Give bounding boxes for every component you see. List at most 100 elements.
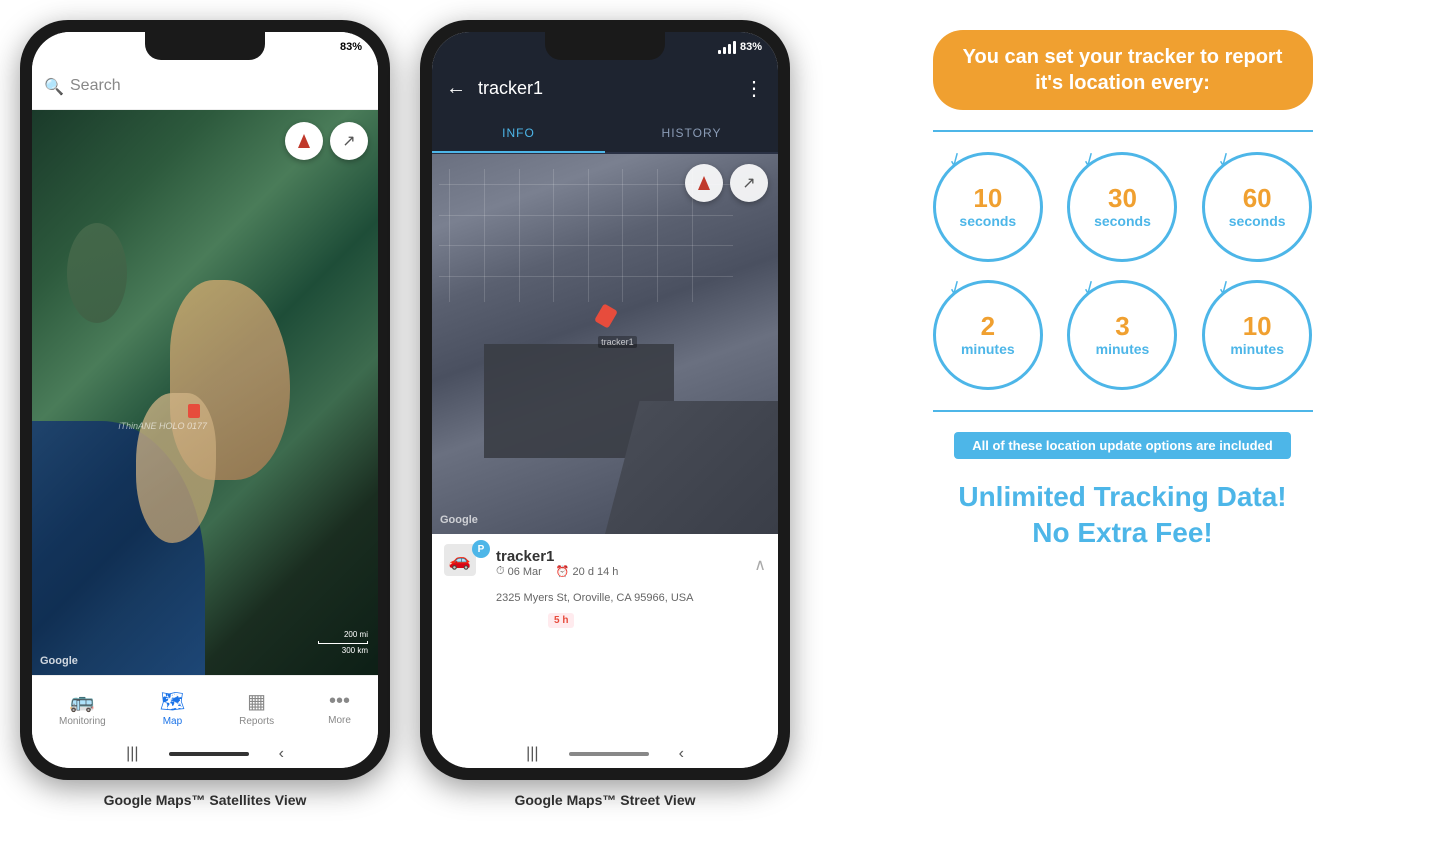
phone2-gesture-bar: ||| ‹ bbox=[526, 745, 684, 763]
phone1-map-area[interactable]: ↗ iThinANE HOLO 0177 Google 200 mi 300 k… bbox=[32, 110, 378, 675]
circle-wrap-6: ↙ 10 minutes bbox=[1202, 280, 1313, 390]
phone1-caption: Google Maps™ Satellites View bbox=[104, 792, 307, 808]
circle-wrap-3: ↙ 60 seconds bbox=[1202, 152, 1313, 262]
circle-unit-4: minutes bbox=[961, 341, 1015, 357]
circle-arrow-4: ↙ bbox=[944, 275, 968, 301]
forward-gesture-icon-2: ‹ bbox=[679, 745, 684, 763]
more-menu-button[interactable]: ⋮ bbox=[744, 76, 764, 101]
circle-number-2: 30 bbox=[1108, 185, 1137, 211]
map-label: iThinANE HOLO 0177 bbox=[119, 421, 208, 431]
parking-badge: P bbox=[472, 540, 490, 558]
tracker-meta: ⏱ 06 Mar ⏰ 20 d 14 h bbox=[496, 565, 744, 578]
phone2-frame: 83% ← tracker1 ⋮ INFO HISTORY bbox=[420, 20, 790, 780]
info-section: You can set your tracker to report it's … bbox=[810, 0, 1445, 572]
compass-arrow-icon bbox=[298, 134, 310, 148]
tracker-title: tracker1 bbox=[478, 78, 732, 99]
search-icon: 🔍 bbox=[44, 77, 62, 95]
headline-text: You can set your tracker to report it's … bbox=[963, 44, 1283, 96]
share-button-2[interactable]: ↗ bbox=[730, 164, 768, 202]
circle-2-minutes: ↙ 2 minutes bbox=[933, 280, 1043, 390]
phones-section: 83% 🔍 Search bbox=[0, 0, 810, 818]
phone1-search-bar[interactable]: 🔍 Search bbox=[32, 62, 378, 110]
scale-line bbox=[318, 641, 368, 644]
circle-number-4: 2 bbox=[981, 313, 995, 339]
tracker-map-label: tracker1 bbox=[598, 336, 637, 348]
teal-divider-bottom bbox=[933, 410, 1313, 412]
tab-history[interactable]: HISTORY bbox=[605, 114, 778, 152]
circle-wrap-4: ↙ 2 minutes bbox=[933, 280, 1044, 390]
nav-reports[interactable]: ▦ Reports bbox=[231, 685, 282, 731]
circle-unit-3: seconds bbox=[1229, 213, 1286, 229]
phone1-home-indicator: ||| ‹ bbox=[32, 740, 378, 768]
duration-meta: ⏰ 20 d 14 h bbox=[556, 565, 619, 578]
tracker-duration: 20 d 14 h bbox=[573, 566, 619, 578]
phone1-screen: 83% 🔍 Search bbox=[32, 32, 378, 768]
nav-more-label: More bbox=[328, 715, 351, 726]
reports-icon: ▦ bbox=[247, 689, 266, 714]
phone2-home-indicator: ||| ‹ bbox=[432, 740, 778, 768]
more-icon: ••• bbox=[329, 690, 350, 713]
nav-reports-label: Reports bbox=[239, 716, 274, 727]
terrain-patch-2 bbox=[136, 393, 216, 543]
phone2-info-panel: 🚗 P tracker1 ⏱ 06 Mar ⏰ bbox=[432, 534, 778, 740]
time-badge: 5 h bbox=[548, 613, 574, 628]
circle-wrap-2: ↙ 30 seconds bbox=[1067, 152, 1178, 262]
google-watermark-1: Google bbox=[40, 655, 78, 667]
headline-box: You can set your tracker to report it's … bbox=[933, 30, 1313, 110]
tracker-info-row: 🚗 P tracker1 ⏱ 06 Mar ⏰ bbox=[444, 544, 766, 586]
nav-map[interactable]: 🗺 Map bbox=[152, 685, 193, 731]
circle-10-minutes: ↙ 10 minutes bbox=[1202, 280, 1312, 390]
circle-unit-5: minutes bbox=[1096, 341, 1150, 357]
timer-icon: ⏰ bbox=[556, 565, 570, 578]
circle-unit-2: seconds bbox=[1094, 213, 1151, 229]
scale-bar: 200 mi 300 km bbox=[318, 630, 368, 655]
circle-60-seconds: ↙ 60 seconds bbox=[1202, 152, 1312, 262]
car-marker-icon bbox=[188, 404, 200, 418]
nav-monitoring[interactable]: 🚌 Monitoring bbox=[51, 685, 114, 731]
phone1-bottom-nav: 🚌 Monitoring 🗺 Map ▦ Reports ••• More bbox=[32, 675, 378, 740]
unlimited-line2: No Extra Fee! bbox=[958, 515, 1286, 551]
circle-number-3: 60 bbox=[1243, 185, 1272, 211]
search-input-label: Search bbox=[70, 77, 121, 95]
phone2-caption: Google Maps™ Street View bbox=[514, 792, 695, 808]
circle-arrow-5: ↙ bbox=[1078, 275, 1102, 301]
circle-arrow-6: ↙ bbox=[1213, 275, 1237, 301]
circle-30-seconds: ↙ 30 seconds bbox=[1067, 152, 1177, 262]
clock-icon: ⏱ bbox=[496, 565, 505, 578]
circle-number-5: 3 bbox=[1115, 313, 1129, 339]
back-gesture-icon: ||| bbox=[126, 745, 138, 763]
share-button[interactable]: ↗ bbox=[330, 122, 368, 160]
home-bar[interactable] bbox=[169, 752, 249, 756]
circle-unit-1: seconds bbox=[959, 213, 1016, 229]
phone1-wrapper: 83% 🔍 Search bbox=[20, 20, 390, 808]
tab-info[interactable]: INFO bbox=[432, 115, 605, 153]
phone2-map-area[interactable]: tracker1 ↗ Google bbox=[432, 154, 778, 534]
home-bar-2[interactable] bbox=[569, 752, 649, 756]
phone2-battery: 83% bbox=[740, 41, 762, 53]
aerial-background: tracker1 ↗ Google bbox=[432, 154, 778, 534]
circle-3-minutes: ↙ 3 minutes bbox=[1067, 280, 1177, 390]
satellite-background: ↗ iThinANE HOLO 0177 Google 200 mi 300 k… bbox=[32, 110, 378, 675]
map-marker bbox=[188, 404, 202, 418]
compass-button-2[interactable] bbox=[685, 164, 723, 202]
phone2-notch bbox=[545, 32, 665, 60]
share-icon: ↗ bbox=[342, 131, 355, 151]
tracker-name: tracker1 bbox=[496, 548, 744, 565]
tracker-icon-wrap: 🚗 P bbox=[444, 544, 486, 586]
circle-wrap-1: ↙ 10 seconds bbox=[933, 152, 1044, 262]
date-meta: ⏱ 06 Mar bbox=[496, 565, 542, 578]
back-button[interactable]: ← bbox=[446, 77, 466, 100]
scale-text-2: 300 km bbox=[342, 646, 368, 655]
circle-arrow-1: ↙ bbox=[944, 147, 968, 173]
map-icon: 🗺 bbox=[160, 689, 185, 714]
phone2-screen: 83% ← tracker1 ⋮ INFO HISTORY bbox=[432, 32, 778, 768]
teal-divider-top bbox=[933, 130, 1313, 132]
back-gesture-icon-2: ||| bbox=[526, 745, 538, 763]
compass-button[interactable] bbox=[285, 122, 323, 160]
circle-arrow-2: ↙ bbox=[1078, 147, 1102, 173]
circle-number-6: 10 bbox=[1243, 313, 1272, 339]
nav-more[interactable]: ••• More bbox=[320, 686, 359, 730]
expand-button[interactable]: ∧ bbox=[754, 555, 766, 575]
google-watermark-2: Google bbox=[440, 514, 478, 526]
unlimited-line1: Unlimited Tracking Data! bbox=[958, 479, 1286, 515]
